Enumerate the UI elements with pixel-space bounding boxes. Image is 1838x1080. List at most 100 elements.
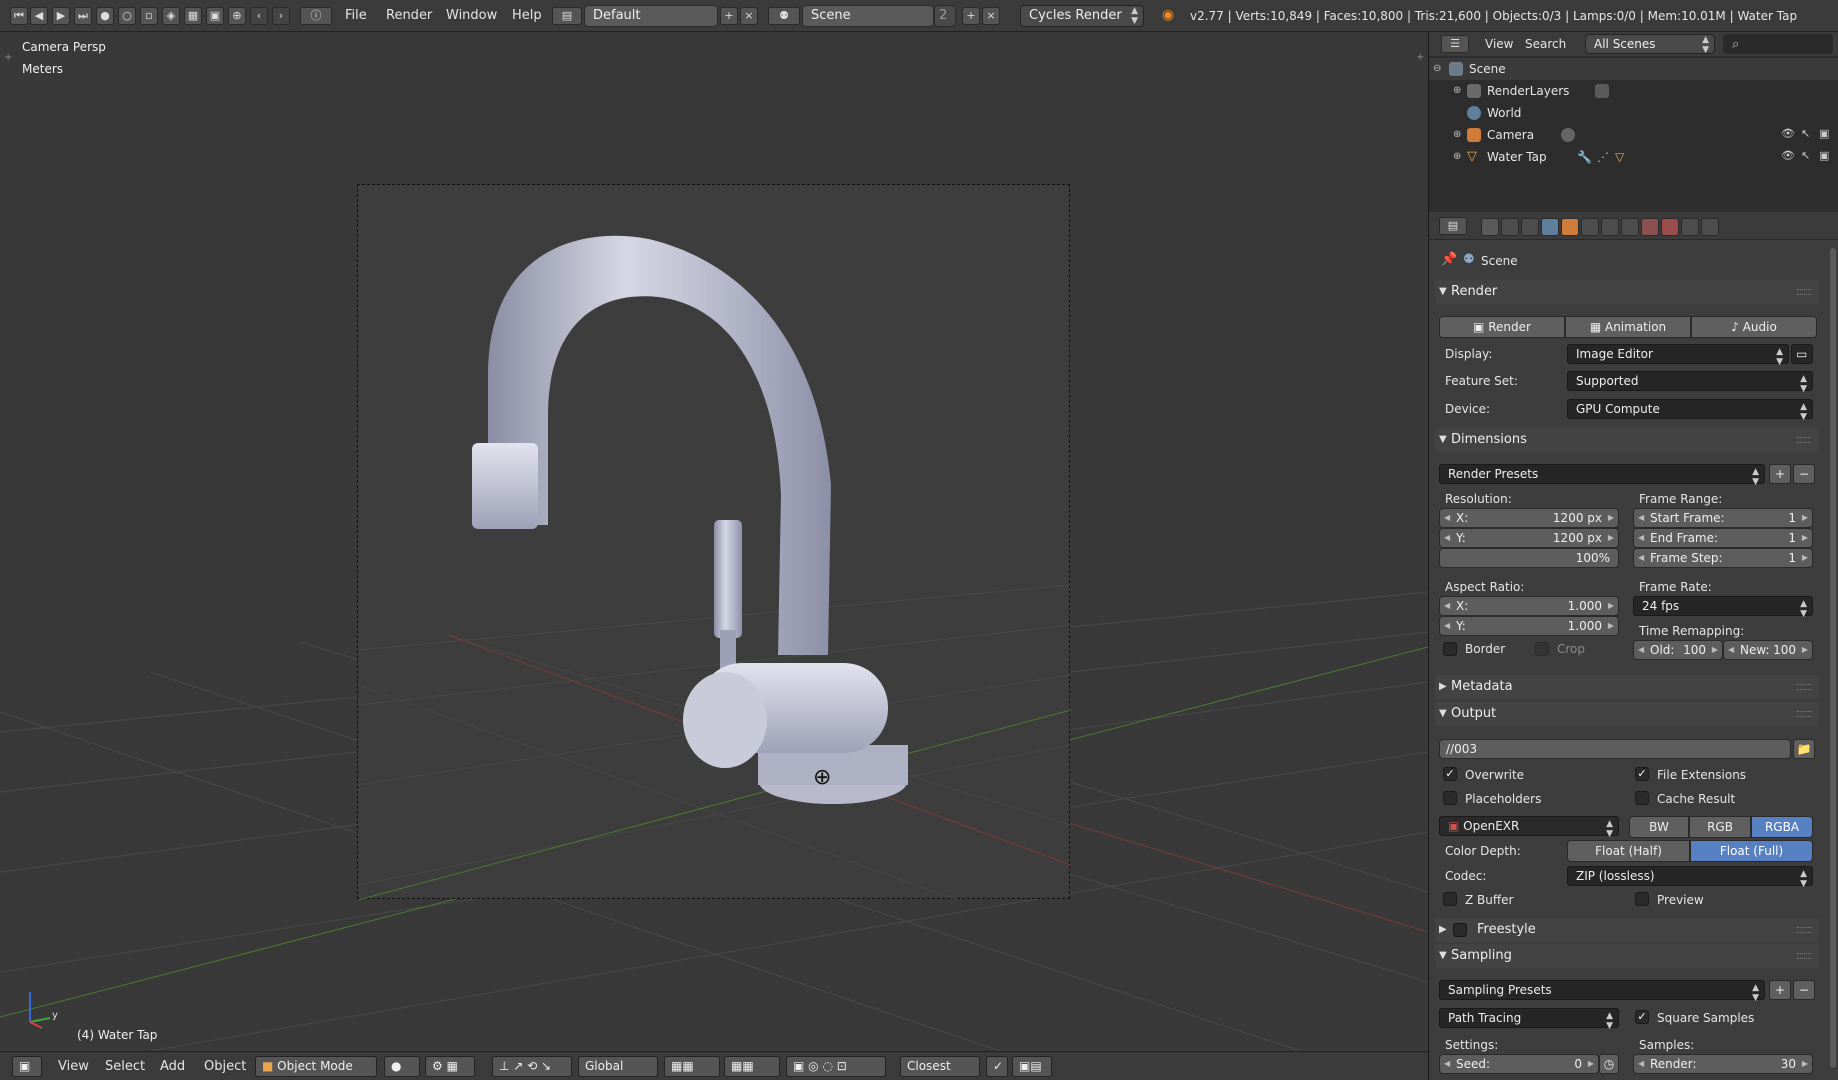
prev-icon[interactable]: ‹ (250, 7, 268, 25)
right-arrow-icon[interactable]: ▶ (1802, 641, 1808, 659)
menu-file[interactable]: File (345, 8, 367, 23)
menu-select[interactable]: Select (105, 1059, 145, 1074)
cursor-select-icon[interactable]: ↖ (1801, 150, 1813, 162)
aspect-x-field[interactable]: ◀ X: 1.000 ▶ (1439, 596, 1619, 616)
add-layout-icon[interactable]: + (720, 7, 738, 25)
z-buffer-checkbox[interactable] (1443, 892, 1457, 906)
square-samples-checkbox[interactable]: ✓ (1635, 1010, 1649, 1024)
menu-add[interactable]: Add (160, 1059, 185, 1074)
texture-tab-icon[interactable] (1661, 218, 1679, 236)
time-new-field[interactable]: ◀ New: 100 ▶ (1723, 640, 1813, 660)
collapse-icon[interactable]: ⊖ (1433, 58, 1441, 80)
preview-checkbox[interactable] (1635, 892, 1649, 906)
outliner-search-menu[interactable]: Search (1525, 37, 1566, 51)
file-extensions-checkbox[interactable]: ✓ (1635, 767, 1649, 781)
crop-checkbox[interactable] (1535, 642, 1549, 656)
left-arrow-icon[interactable]: ◀ (1638, 509, 1644, 527)
end-frame-field[interactable]: ◀ End Frame: 1 ▶ (1633, 528, 1813, 548)
proportional-buttons[interactable]: ▣ ◎ ◌ ⊡ (786, 1056, 886, 1077)
frame-step-field[interactable]: ◀ Frame Step: 1 ▶ (1633, 548, 1813, 568)
scene-icon[interactable]: ⚉ (768, 7, 800, 25)
layer-buttons-1[interactable]: ▦▦ (664, 1056, 720, 1077)
left-arrow-icon[interactable]: ◀ (1444, 1055, 1450, 1073)
pivot-select[interactable]: ⚙ ▦ (425, 1056, 475, 1077)
menu-view[interactable]: View (58, 1059, 89, 1074)
render-presets-select[interactable]: Render Presets ▲ ▼ (1439, 464, 1765, 487)
right-arrow-icon[interactable]: ▶ (1588, 1055, 1594, 1073)
orientation-select[interactable]: Global (578, 1056, 658, 1077)
right-arrow-icon[interactable]: ▶ (1608, 617, 1614, 635)
remove-preset-icon[interactable]: − (1793, 980, 1815, 1000)
properties-type-icon[interactable]: ▤ (1439, 217, 1467, 235)
menu-render[interactable]: Render (386, 8, 432, 23)
add-preset-icon[interactable]: + (1769, 980, 1791, 1000)
layout-icon[interactable]: ▤ (552, 7, 582, 25)
drag-handle[interactable] (1797, 437, 1811, 443)
drag-handle[interactable] (1797, 684, 1811, 690)
outliner-view-menu[interactable]: View (1485, 37, 1513, 51)
outliner-filter-select[interactable]: All Scenes ▲ ▼ (1585, 34, 1715, 55)
seed-field[interactable]: ◀ Seed: 0 ▶ (1439, 1054, 1599, 1074)
opengl-render-icon[interactable]: ▣▤ (1012, 1056, 1052, 1077)
left-arrow-icon[interactable]: ◀ (1638, 529, 1644, 547)
add-scene-icon[interactable]: + (962, 7, 980, 25)
outliner-item-world[interactable]: World (1429, 102, 1838, 124)
right-arrow-icon[interactable]: ▶ (1802, 509, 1808, 527)
properties-scrollbar[interactable] (1830, 248, 1836, 1068)
cursor-select-icon[interactable]: ↖ (1801, 128, 1813, 140)
render-toggle-icon[interactable]: ▣ (1819, 128, 1831, 140)
render-samples-field[interactable]: ◀ Render: 30 ▶ (1633, 1054, 1813, 1074)
next-icon[interactable]: › (272, 7, 290, 25)
start-frame-field[interactable]: ◀ Start Frame: 1 ▶ (1633, 508, 1813, 528)
expand-icon[interactable]: ⊕ (1453, 80, 1461, 102)
right-arrow-icon[interactable]: ▶ (1608, 597, 1614, 615)
left-arrow-icon[interactable]: ◀ (1444, 597, 1450, 615)
plus-icon[interactable]: + (4, 52, 12, 63)
mode-select[interactable]: ■ Object Mode (255, 1056, 377, 1077)
outliner-search-input[interactable]: ⌕ (1723, 34, 1833, 54)
outliner-item-camera[interactable]: ⊕ Camera 👁 ↖ ▣ (1429, 124, 1838, 146)
step-back-icon[interactable]: ◀ (30, 7, 48, 25)
integrator-select[interactable]: Path Tracing ▲ ▼ (1439, 1008, 1619, 1031)
device-select[interactable]: GPU Compute ▲ ▼ (1567, 399, 1813, 422)
render-layers-tab-icon[interactable] (1501, 218, 1519, 236)
scene-tab-icon[interactable] (1521, 218, 1539, 236)
float-full-button[interactable]: Float (Full) (1690, 840, 1813, 862)
drag-handle[interactable] (1797, 953, 1811, 959)
drag-handle[interactable] (1797, 711, 1811, 717)
display-select[interactable]: Image Editor ▲ ▼ (1567, 344, 1789, 367)
outliner-item-renderlayers[interactable]: ⊕ RenderLayers (1429, 80, 1838, 102)
outliner-item-scene[interactable]: ⊖ Scene (1429, 58, 1838, 80)
left-arrow-icon[interactable]: ◀ (1444, 617, 1450, 635)
right-arrow-icon[interactable]: ▶ (1802, 1055, 1808, 1073)
menu-help[interactable]: Help (512, 8, 542, 23)
add-icon[interactable]: ⊕ (228, 7, 246, 25)
codec-select[interactable]: ZIP (lossless) ▲ ▼ (1567, 866, 1813, 889)
drag-handle[interactable] (1797, 927, 1811, 933)
jump-end-icon[interactable]: ⏭ (74, 7, 92, 25)
info-editor-icon[interactable]: ⓘ (300, 7, 332, 25)
snap-icon[interactable]: ✓ (986, 1056, 1008, 1077)
plus-icon[interactable]: + (1416, 52, 1424, 63)
expand-icon[interactable]: ⊕ (1453, 124, 1461, 146)
shield-icon[interactable]: ◈ (162, 7, 180, 25)
menu-window[interactable]: Window (446, 8, 497, 23)
close-scene-icon[interactable]: × (982, 7, 1000, 25)
layout-name-field[interactable]: Default (584, 5, 718, 27)
float-half-button[interactable]: Float (Half) (1567, 840, 1690, 862)
snap-select[interactable]: Closest (900, 1056, 980, 1077)
clock-icon[interactable]: ◷ (1599, 1054, 1619, 1074)
resolution-x-field[interactable]: ◀ X: 1200 px ▶ (1439, 508, 1619, 528)
left-arrow-icon[interactable]: ◀ (1638, 549, 1644, 567)
time-old-field[interactable]: ◀ Old: 100 ▶ (1633, 640, 1723, 660)
physics-tab-icon[interactable] (1701, 218, 1719, 236)
color-bw-button[interactable]: BW (1629, 816, 1689, 838)
data-tab-icon[interactable] (1621, 218, 1639, 236)
cache-result-checkbox[interactable] (1635, 791, 1649, 805)
display-window-icon[interactable]: ▭ (1791, 344, 1813, 364)
drag-handle[interactable] (1797, 289, 1811, 295)
output-panel-header[interactable]: ▼ Output (1435, 702, 1819, 726)
sampling-panel-header[interactable]: ▼ Sampling (1435, 944, 1819, 968)
file-format-select[interactable]: ▣ OpenEXR ▲ ▼ (1439, 816, 1619, 839)
right-arrow-icon[interactable]: ▶ (1608, 529, 1614, 547)
